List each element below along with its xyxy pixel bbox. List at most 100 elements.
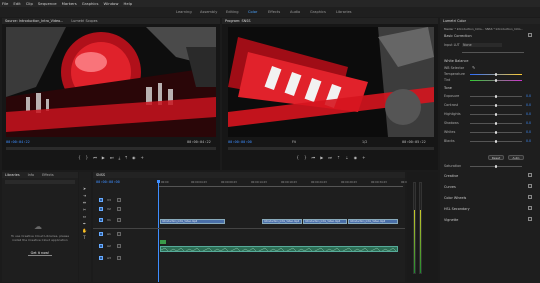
tone-knob-blacks[interactable] [495, 140, 497, 143]
lumetri-clip-selector[interactable]: Master * Introduction_Intro... SNSS * In… [444, 27, 523, 31]
tone-value-blacks[interactable]: 0.0 [526, 139, 531, 143]
tab-source[interactable]: Source: Introduction_Intro_Video... [5, 19, 63, 23]
razor-tool-icon[interactable]: ✂ [82, 207, 87, 212]
workspace-color[interactable]: Color [248, 10, 257, 14]
program-video-frame[interactable] [228, 27, 434, 137]
step-back-icon[interactable]: ⏮ [93, 155, 97, 160]
program-play-icon[interactable]: ▶ [320, 155, 323, 160]
tab-lumetri-scopes[interactable]: Lumetri Scopes [71, 19, 97, 23]
section-color-wheels[interactable]: Color Wheels [444, 196, 466, 200]
source-scrubber[interactable] [6, 147, 216, 150]
tone-value-contrast[interactable]: 0.0 [526, 103, 531, 107]
export-frame-icon[interactable]: ◉ [132, 155, 136, 160]
creative-checkbox[interactable] [528, 173, 532, 177]
track-mute-toggle[interactable] [117, 256, 121, 260]
program-resolution-dropdown[interactable]: 1/2 [362, 140, 367, 144]
video-clip-4[interactable]: Introduction_Intro_Video.mp4 [348, 219, 398, 224]
tone-value-whites[interactable]: 0.0 [526, 130, 531, 134]
type-tool-icon[interactable]: T [82, 235, 87, 240]
tab-effects[interactable]: Effects [42, 173, 54, 177]
basic-correction-checkbox[interactable] [528, 33, 532, 37]
program-fit-dropdown[interactable]: Fit [292, 140, 296, 144]
mark-in-icon[interactable]: { [78, 155, 81, 160]
extract-icon[interactable]: ⇣ [345, 155, 348, 160]
menu-file[interactable]: File [2, 1, 8, 6]
tone-knob-shadows[interactable] [495, 122, 497, 125]
audio-clip-a1[interactable] [160, 246, 398, 252]
program-mark-out-icon[interactable]: } [304, 155, 307, 160]
workspace-assembly[interactable]: Assembly [200, 10, 217, 14]
track-header-v3[interactable]: V3 [95, 198, 155, 206]
curves-checkbox[interactable] [528, 184, 532, 188]
program-add-icon[interactable]: + [362, 155, 365, 160]
tone-value-highlights[interactable]: 0.0 [526, 112, 531, 116]
program-export-frame-icon[interactable]: ◉ [354, 155, 358, 160]
playhead-handle[interactable] [157, 180, 160, 183]
timeline-timecode[interactable]: 00:00:00:00 [96, 180, 120, 184]
menu-sequence[interactable]: Sequence [38, 1, 57, 6]
video-clip-3[interactable]: Introduction_Intro_Video.mp4 [303, 219, 347, 224]
source-video-frame[interactable] [6, 27, 216, 137]
temperature-knob[interactable] [495, 73, 497, 76]
hsl-secondary-checkbox[interactable] [528, 206, 532, 210]
track-header-a2[interactable]: A2 [95, 244, 155, 252]
input-lut-intensity-slider[interactable] [462, 52, 524, 53]
color-wheels-checkbox[interactable] [528, 195, 532, 199]
section-hsl-secondary[interactable]: HSL Secondary [444, 207, 470, 211]
tone-value-shadows[interactable]: 0.0 [526, 121, 531, 125]
tone-knob-contrast[interactable] [495, 104, 497, 107]
track-mute-toggle[interactable] [117, 232, 121, 236]
overwrite-icon[interactable]: ⤒ [125, 155, 127, 160]
step-forward-icon[interactable]: ⏭ [110, 155, 114, 160]
video-clip-1[interactable]: Introduction_Intro_Video.mp4 [160, 219, 225, 224]
tab-lumetri-color[interactable]: Lumetri Color [443, 19, 466, 23]
track-mute-toggle[interactable] [117, 198, 121, 202]
tab-libraries[interactable]: Libraries [5, 173, 20, 177]
workspace-graphics[interactable]: Graphics [310, 10, 326, 14]
tone-knob-whites[interactable] [495, 131, 497, 134]
slip-tool-icon[interactable]: ⇔ [82, 214, 87, 219]
pen-tool-icon[interactable]: ✒ [82, 221, 87, 226]
track-target-toggle[interactable] [99, 244, 103, 248]
auto-button[interactable]: Auto [508, 155, 524, 160]
eyedropper-icon[interactable]: ✎ [472, 65, 475, 70]
track-select-tool-icon[interactable]: ⇥ [82, 193, 87, 198]
program-step-forward-icon[interactable]: ⏭ [328, 155, 332, 160]
menu-graphics[interactable]: Graphics [82, 1, 99, 6]
track-target-toggle[interactable] [99, 256, 103, 260]
workspace-effects[interactable]: Effects [268, 10, 280, 14]
track-target-toggle[interactable] [99, 232, 103, 236]
mark-out-icon[interactable]: } [86, 155, 89, 160]
basic-correction-section[interactable]: Basic Correction [444, 34, 472, 38]
track-header-v2[interactable]: V2 [95, 207, 155, 215]
menu-edit[interactable]: Edit [13, 1, 20, 6]
lift-icon[interactable]: ⇡ [337, 155, 340, 160]
reset-button[interactable]: Reset [488, 155, 504, 160]
selection-tool-icon[interactable]: ➤ [82, 186, 87, 191]
menu-markers[interactable]: Markers [62, 1, 77, 6]
tab-program[interactable]: Program: SNSS [225, 19, 251, 23]
workspace-learning[interactable]: Learning [176, 10, 192, 14]
workspace-libraries[interactable]: Libraries [336, 10, 352, 14]
input-lut-dropdown[interactable]: None [462, 43, 502, 47]
menu-help[interactable]: Help [124, 1, 133, 6]
source-timecode-current[interactable]: 00:00:04:22 [6, 140, 30, 144]
program-mark-in-icon[interactable]: { [297, 155, 300, 160]
menu-window[interactable]: Window [104, 1, 119, 6]
track-mute-toggle[interactable] [117, 244, 121, 248]
track-target-toggle[interactable] [99, 207, 103, 211]
ripple-edit-tool-icon[interactable]: ⇹ [82, 200, 87, 205]
tone-knob-exposure[interactable] [495, 95, 497, 98]
workspace-editing[interactable]: Editing [226, 10, 239, 14]
add-icon[interactable]: + [141, 155, 144, 160]
library-dropdown[interactable] [5, 180, 75, 184]
track-mute-toggle[interactable] [117, 207, 121, 211]
track-header-v1[interactable]: V1 [95, 218, 155, 226]
get-it-now-link[interactable]: Get it now! [28, 251, 52, 256]
program-timecode-current[interactable]: 00:00:00:00 [228, 140, 252, 144]
workspace-audio[interactable]: Audio [290, 10, 300, 14]
section-creative[interactable]: Creative [444, 174, 458, 178]
tone-value-exposure[interactable]: 0.0 [526, 94, 531, 98]
track-header-a3[interactable]: A3 [95, 256, 155, 264]
menu-clip[interactable]: Clip [26, 1, 33, 6]
